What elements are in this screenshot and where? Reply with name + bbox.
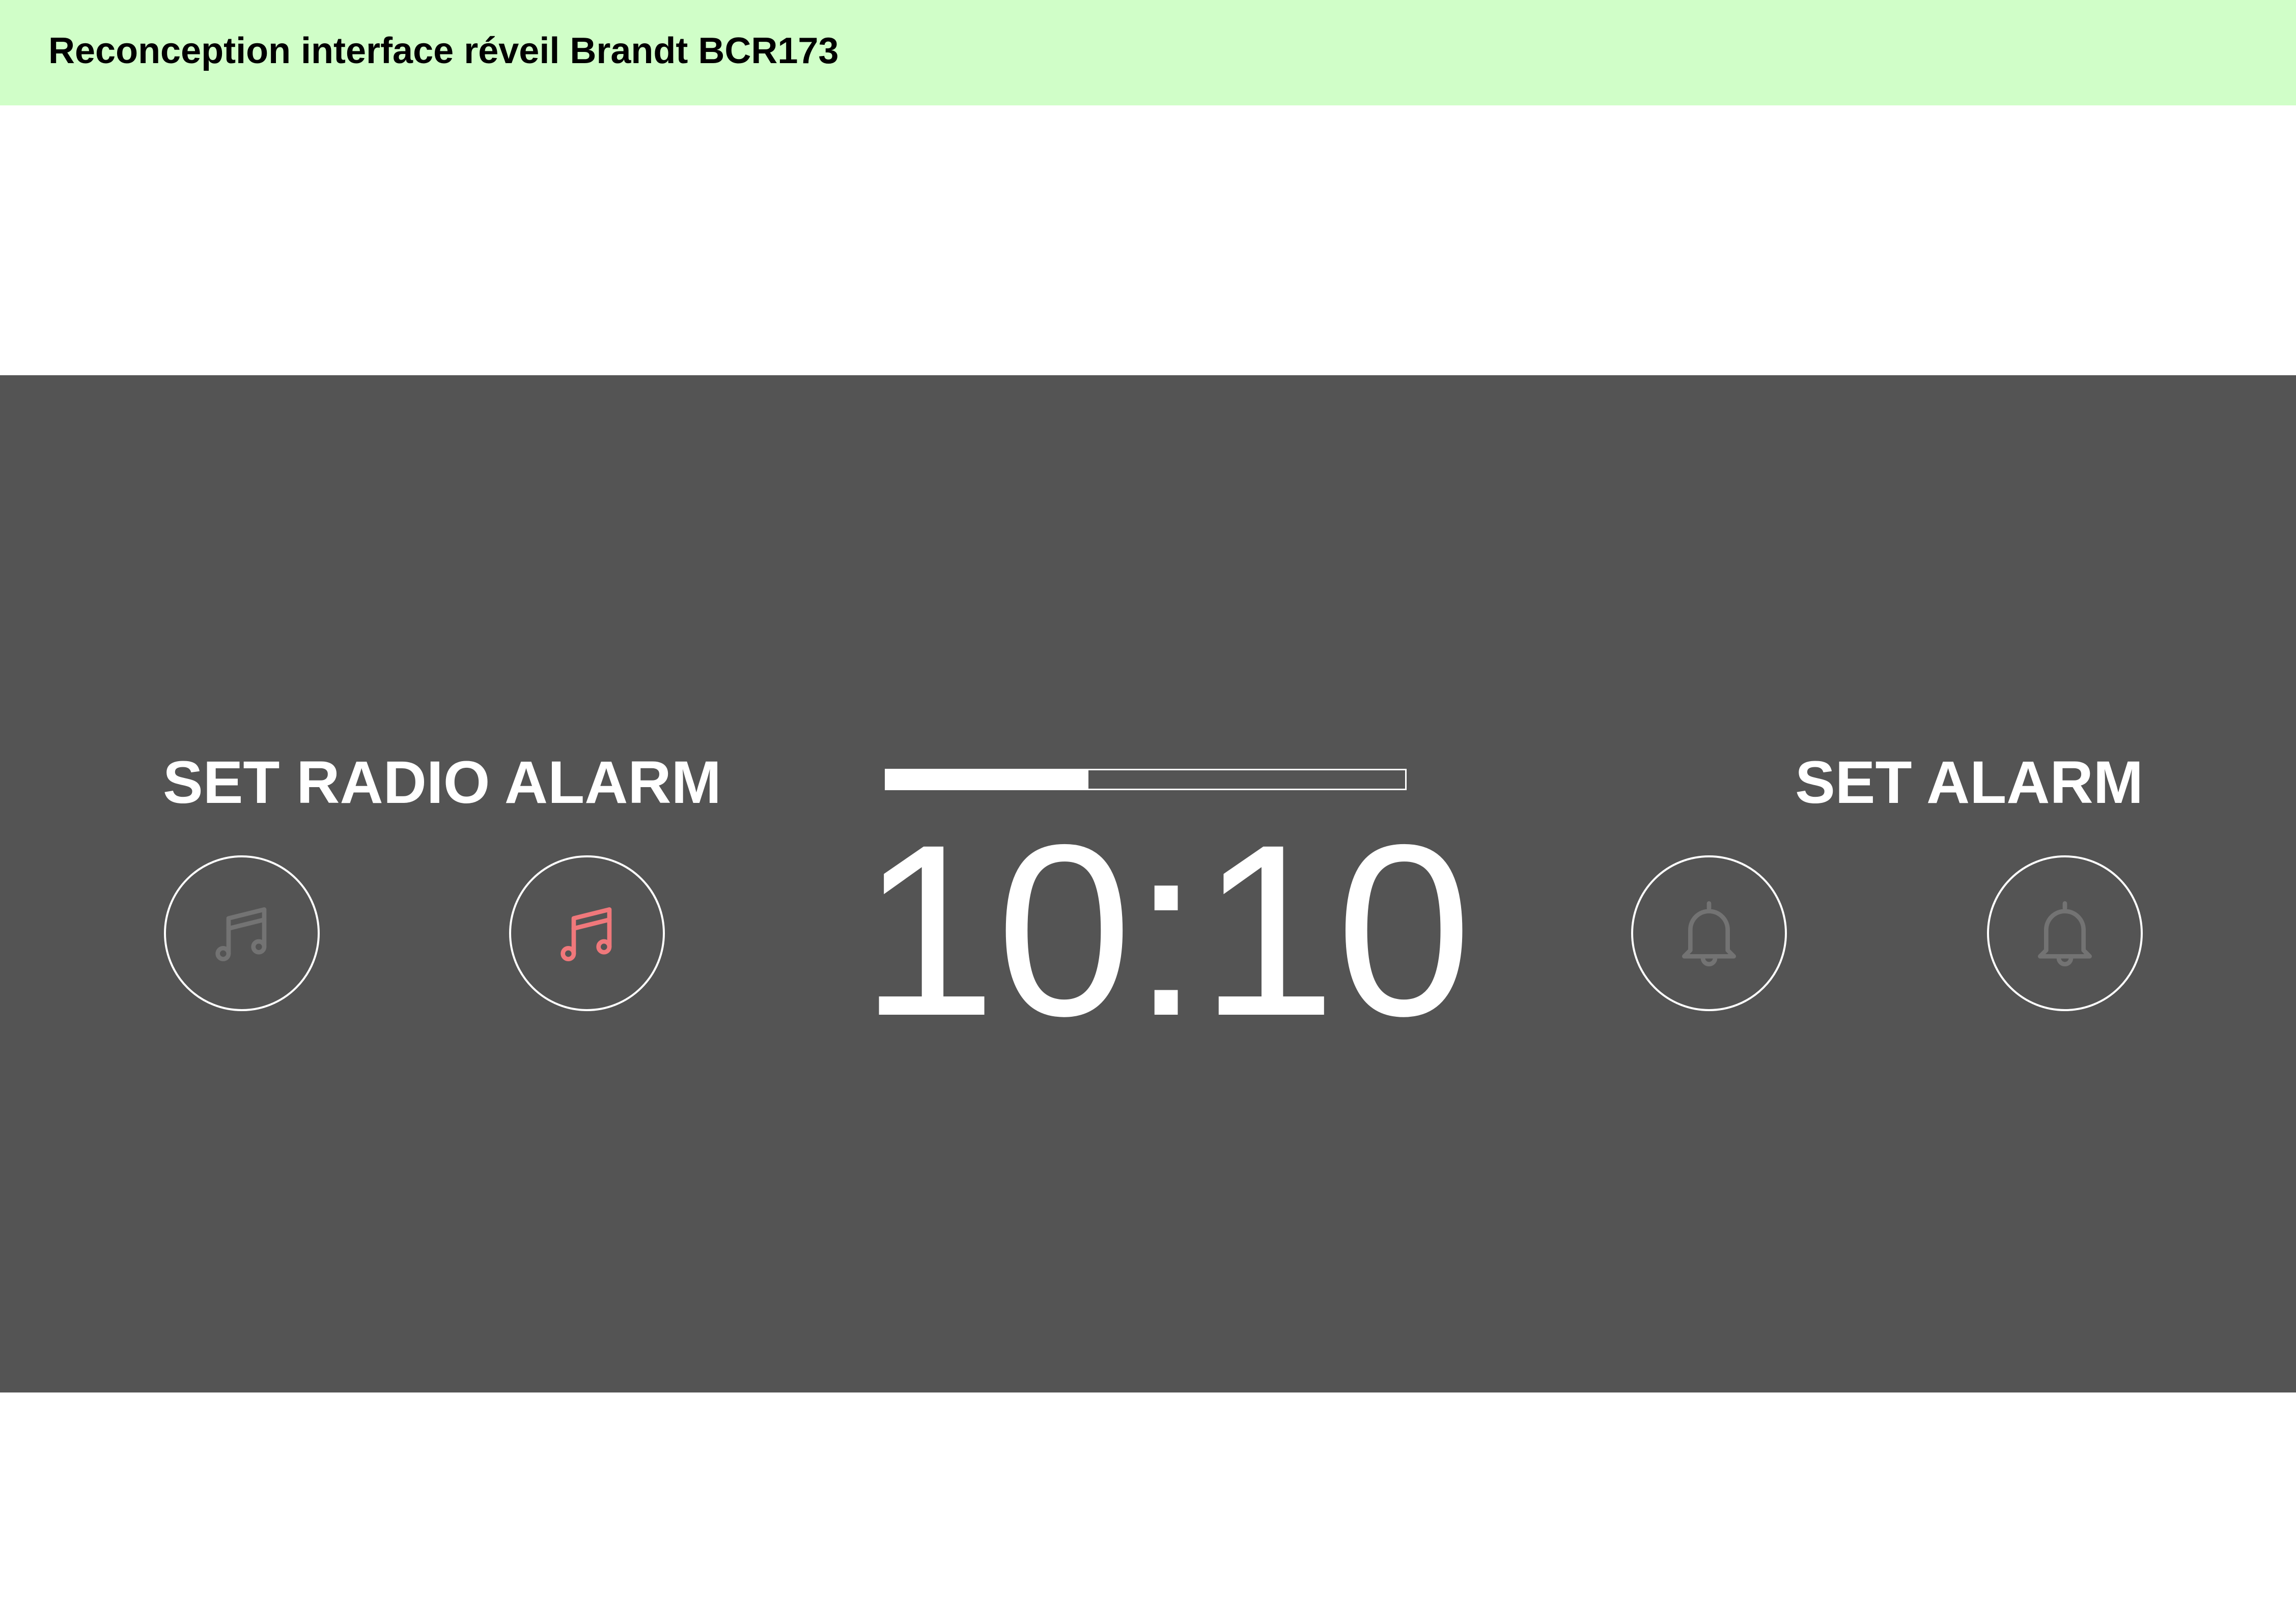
music-note-icon	[215, 907, 267, 961]
progress-fill	[886, 770, 1089, 789]
progress-bar	[885, 769, 1407, 790]
radio-alarm-2-button[interactable]	[509, 855, 665, 1011]
bell-icon	[2038, 901, 2092, 966]
bell-icon	[1682, 901, 1736, 966]
header-bar: Reconception interface réveil Brandt BCR…	[0, 0, 2296, 105]
set-radio-alarm-label: SET RADIO ALARM	[163, 749, 721, 816]
page-title: Reconception interface réveil Brandt BCR…	[48, 31, 839, 71]
clock-display: 10:10	[860, 793, 1472, 1067]
music-note-icon	[561, 907, 612, 961]
alarm-clock-panel: SET RADIO ALARM 10:10 SET ALARM	[0, 375, 2296, 1392]
radio-alarm-1-button[interactable]	[164, 855, 320, 1011]
alarm-1-button[interactable]	[1631, 855, 1787, 1011]
set-alarm-label: SET ALARM	[1795, 749, 2143, 816]
alarm-2-button[interactable]	[1987, 855, 2143, 1011]
